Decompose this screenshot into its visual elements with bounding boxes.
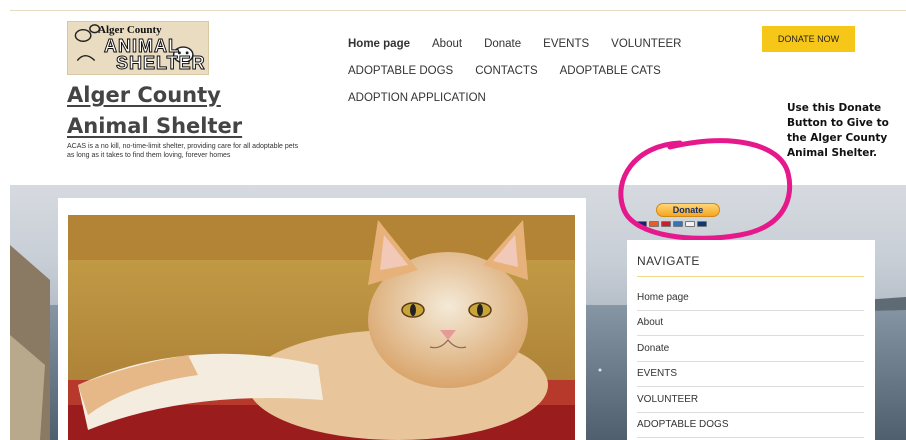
discover-card-icon (685, 221, 695, 227)
nav-item-home[interactable]: Home page (348, 38, 410, 50)
paypal-donate-button[interactable]: Donate (656, 203, 720, 217)
paypal-donate-widget: Donate (637, 203, 747, 233)
top-divider (10, 10, 906, 11)
sidebar-item-home[interactable]: Home page (637, 285, 864, 311)
sidebar-item-volunteer[interactable]: VOLUNTEER (637, 387, 864, 413)
nav-item-adoption-application[interactable]: ADOPTION APPLICATION (348, 92, 486, 104)
sidebar-item-adoptable-dogs[interactable]: ADOPTABLE DOGS (637, 413, 864, 438)
nav-item-events[interactable]: EVENTS (543, 38, 589, 50)
payment-cards (637, 221, 707, 227)
bank-card-icon (697, 221, 707, 227)
sidebar-item-donate[interactable]: Donate (637, 336, 864, 362)
visa-card-icon (637, 221, 647, 227)
logo-line-1: Alger County (98, 24, 162, 36)
mastercard-icon (649, 221, 659, 227)
donate-now-button[interactable]: DONATE NOW (762, 26, 855, 52)
cat-image (68, 215, 575, 440)
sidebar-navigate: NAVIGATE Home page About Donate EVENTS V… (627, 240, 875, 440)
sidebar-divider (637, 276, 864, 277)
donate-callout-text: Use this Donate Button to Give to the Al… (787, 102, 889, 159)
nav-item-contacts[interactable]: CONTACTS (475, 65, 537, 77)
nav-row-2: ADOPTABLE DOGS CONTACTS ADOPTABLE CATS (348, 57, 748, 84)
maestro-card-icon (661, 221, 671, 227)
nav-item-donate[interactable]: Donate (484, 38, 521, 50)
nav-item-about[interactable]: About (432, 38, 462, 50)
amex-card-icon (673, 221, 683, 227)
main-navigation: Home page About Donate EVENTS VOLUNTEER … (348, 30, 748, 111)
nav-item-adoptable-cats[interactable]: ADOPTABLE CATS (560, 65, 661, 77)
site-title-link[interactable]: Alger County Animal Shelter (67, 80, 307, 142)
sidebar-list: Home page About Donate EVENTS VOLUNTEER … (637, 285, 864, 438)
nav-row-3: ADOPTION APPLICATION (348, 84, 748, 111)
sidebar-item-about[interactable]: About (637, 311, 864, 336)
sidebar-item-events[interactable]: EVENTS (637, 362, 864, 387)
sidebar-title: NAVIGATE (637, 254, 700, 268)
nav-item-volunteer[interactable]: VOLUNTEER (611, 38, 681, 50)
featured-cat-photo (68, 215, 575, 440)
site-tagline: ACAS is a no kill, no-time-limit shelter… (67, 143, 299, 159)
logo-line-3: SHELTER (116, 53, 206, 74)
nav-row-1: Home page About Donate EVENTS VOLUNTEER (348, 30, 748, 57)
nav-item-adoptable-dogs[interactable]: ADOPTABLE DOGS (348, 65, 453, 77)
site-logo[interactable]: Alger County ANIMAL SHELTER (67, 21, 209, 75)
